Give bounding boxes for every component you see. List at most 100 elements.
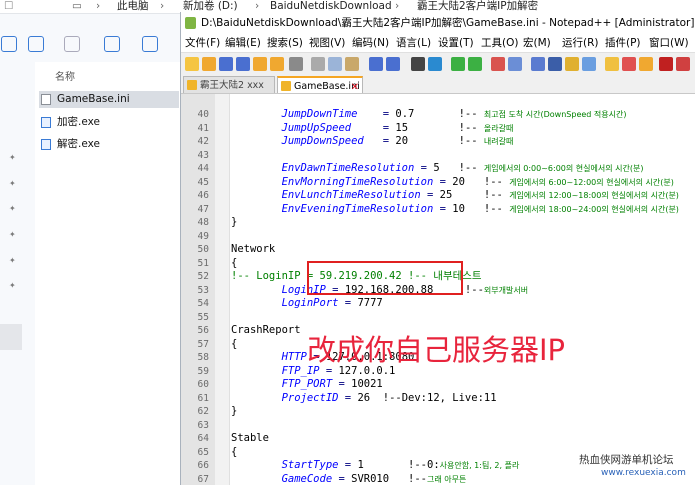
- code-line[interactable]: {: [231, 257, 237, 271]
- indent-guide-icon[interactable]: [565, 57, 579, 71]
- function-list-icon[interactable]: [622, 57, 636, 71]
- find-icon[interactable]: [411, 57, 425, 71]
- code-line[interactable]: FTP_PORT = 10021: [231, 378, 383, 392]
- file-row[interactable]: 解密.exe: [39, 136, 179, 153]
- code-line[interactable]: EnvDawnTimeResolution = 5 !-- 게임에서의 0:00…: [231, 162, 643, 176]
- tab-active[interactable]: GameBase.ini ✕: [277, 76, 363, 93]
- back-button[interactable]: ☐: [4, 0, 13, 13]
- title-bar[interactable]: D:\BaiduNetdiskDownload\霸王大陆2客户端IP加解密\Ga…: [181, 12, 695, 34]
- indent: [231, 122, 282, 134]
- code-line[interactable]: }: [231, 405, 237, 419]
- menu-edit[interactable]: 编辑(E): [225, 34, 261, 52]
- code-line[interactable]: {: [231, 338, 237, 352]
- save-all-icon[interactable]: [236, 57, 250, 71]
- code-line[interactable]: LoginPort = 7777: [231, 297, 383, 311]
- indent: [231, 473, 282, 485]
- pin-icon[interactable]: ✦: [9, 231, 17, 239]
- tab-inactive[interactable]: 霸王大陆2 xxx: [183, 76, 275, 93]
- fold-margin[interactable]: [215, 94, 230, 485]
- menu-run[interactable]: 运行(R): [562, 34, 599, 52]
- redo-icon[interactable]: [386, 57, 400, 71]
- code-line[interactable]: ProjectID = 26 !--Dev:12, Live:11: [231, 392, 497, 406]
- sync-scroll-icon[interactable]: [491, 57, 505, 71]
- code-line[interactable]: JumpDownSpeed = 20 !-- 내려갈때: [231, 135, 513, 149]
- menu-plugins[interactable]: 插件(P): [605, 34, 641, 52]
- config-key: ProjectID: [282, 392, 339, 404]
- code-line[interactable]: JumpDownTime = 0.7 !-- 최고점 도착 시간(DownSpe…: [231, 108, 626, 122]
- exe-file-icon: [41, 139, 51, 150]
- code-line[interactable]: EnvMorningTimeResolution = 20 !-- 게임에서의 …: [231, 176, 674, 190]
- code-line[interactable]: StartType = 1 !--0:사용안함, 1:팀, 2, 플라: [231, 459, 519, 473]
- record-macro-icon[interactable]: [676, 57, 690, 71]
- section-text: Stable: [231, 432, 269, 444]
- menu-settings[interactable]: 设置(T): [438, 34, 474, 52]
- breadcrumb-pc[interactable]: 此电脑: [117, 0, 149, 13]
- config-key: LoginPort: [282, 297, 339, 309]
- pin-icon[interactable]: ✦: [9, 180, 17, 188]
- menu-file[interactable]: 文件(F): [185, 34, 220, 52]
- line-number: 48: [198, 217, 209, 228]
- menu-encoding[interactable]: 编码(N): [352, 34, 389, 52]
- column-header-name[interactable]: 名称: [55, 68, 75, 83]
- undo-icon[interactable]: [369, 57, 383, 71]
- operator: =: [433, 176, 452, 188]
- code-line[interactable]: EnvEveningTimeResolution = 10 !-- 게임에서의 …: [231, 203, 679, 217]
- zoom-in-icon[interactable]: [451, 57, 465, 71]
- lang-icon[interactable]: [582, 57, 596, 71]
- line-number: 40: [198, 109, 209, 120]
- new-icon[interactable]: [1, 36, 17, 52]
- section-text: Network: [231, 243, 275, 255]
- code-line[interactable]: JumpUpSpeed = 15 !-- 올라갈때: [231, 122, 513, 136]
- code-line[interactable]: {: [231, 446, 237, 460]
- paste-icon[interactable]: [64, 36, 80, 52]
- config-key: JumpDownTime: [282, 108, 358, 120]
- replace-icon[interactable]: [428, 57, 442, 71]
- code-line[interactable]: GameCode = SVR010 !--그래 아무튼: [231, 473, 466, 486]
- menu-tools[interactable]: 工具(O): [481, 34, 518, 52]
- code-line[interactable]: EnvLunchTimeResolution = 25 !-- 게임에서의 12…: [231, 189, 679, 203]
- file-row[interactable]: GameBase.ini: [39, 91, 179, 108]
- save-icon[interactable]: [219, 57, 233, 71]
- show-all-chars-icon[interactable]: [548, 57, 562, 71]
- cut-icon[interactable]: [311, 57, 325, 71]
- config-key: FTP_PORT: [282, 378, 333, 390]
- menu-view[interactable]: 视图(V): [309, 34, 345, 52]
- config-value: 10021: [351, 378, 383, 390]
- code-line[interactable]: Stable: [231, 432, 269, 446]
- pin-icon[interactable]: ✦: [9, 205, 17, 213]
- copy-icon[interactable]: [328, 57, 342, 71]
- sync-horizontal-icon[interactable]: [508, 57, 522, 71]
- selected-nav-item[interactable]: [0, 324, 22, 350]
- config-key: JumpDownSpeed: [282, 135, 364, 147]
- new-file-icon[interactable]: [185, 57, 199, 71]
- zoom-out-icon[interactable]: [468, 57, 482, 71]
- folder-workspace-icon[interactable]: [639, 57, 653, 71]
- menu-macro[interactable]: 宏(M): [523, 34, 551, 52]
- line-number: 55: [198, 312, 209, 323]
- code-line[interactable]: Network: [231, 243, 275, 257]
- rename-icon[interactable]: [104, 36, 120, 52]
- menu-search[interactable]: 搜索(S): [267, 34, 303, 52]
- comment-suffix: 18:00~24:00의 현실에서의 시간(분): [546, 205, 679, 214]
- doc-map-icon[interactable]: [605, 57, 619, 71]
- open-file-icon[interactable]: [202, 57, 216, 71]
- pin-icon[interactable]: ✦: [9, 154, 17, 162]
- line-number: 56: [198, 325, 209, 336]
- indent: [231, 378, 282, 390]
- section-text: {: [231, 338, 237, 350]
- code-line[interactable]: CrashReport: [231, 324, 301, 338]
- code-line[interactable]: }: [231, 216, 237, 230]
- pin-icon[interactable]: ✦: [9, 282, 17, 290]
- menu-window[interactable]: 窗口(W): [649, 34, 689, 52]
- menu-language[interactable]: 语言(L): [396, 34, 431, 52]
- monitor-icon[interactable]: [659, 57, 673, 71]
- copy-icon[interactable]: [28, 36, 44, 52]
- pin-icon[interactable]: ✦: [9, 257, 17, 265]
- close-file-icon[interactable]: [253, 57, 267, 71]
- share-icon[interactable]: [142, 36, 158, 52]
- print-icon[interactable]: [289, 57, 303, 71]
- word-wrap-icon[interactable]: [531, 57, 545, 71]
- file-row[interactable]: 加密.exe: [39, 114, 179, 131]
- paste-icon[interactable]: [345, 57, 359, 71]
- close-all-icon[interactable]: [270, 57, 284, 71]
